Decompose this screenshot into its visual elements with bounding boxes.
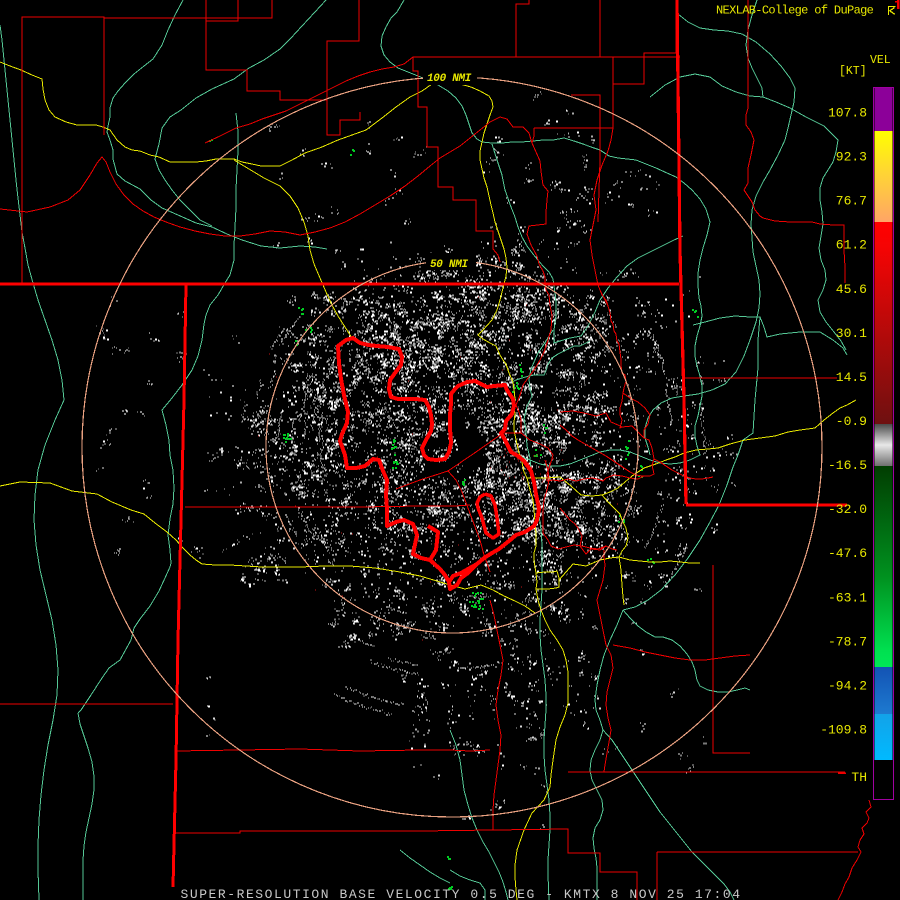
svg-text:50 NMI: 50 NMI [430, 259, 469, 271]
svg-text:14.5: 14.5 [836, 370, 867, 385]
svg-text:-16.5: -16.5 [828, 458, 867, 473]
svg-text:-0.9: -0.9 [836, 414, 867, 429]
svg-text:-109.8: -109.8 [820, 723, 867, 738]
svg-text:100 NMI: 100 NMI [427, 73, 472, 85]
svg-text:92.3: 92.3 [836, 150, 867, 165]
svg-text:-78.7: -78.7 [828, 634, 867, 649]
svg-text:107.8: 107.8 [828, 106, 867, 121]
svg-text:NEXLAB-College of DuPage: NEXLAB-College of DuPage [716, 4, 874, 18]
svg-text:-63.1: -63.1 [828, 590, 867, 605]
svg-text:-47.6: -47.6 [828, 546, 867, 561]
svg-text:-32.0: -32.0 [828, 502, 867, 517]
svg-text:-94.2: -94.2 [828, 678, 867, 693]
svg-text:30.1: 30.1 [836, 326, 867, 341]
svg-text:76.7: 76.7 [836, 194, 867, 209]
svg-text:VEL: VEL [870, 54, 891, 67]
svg-text:TH: TH [851, 770, 867, 785]
svg-text:[KT]: [KT] [839, 65, 867, 78]
svg-text:61.2: 61.2 [836, 238, 867, 253]
svg-text:SUPER-RESOLUTION BASE VELOCITY: SUPER-RESOLUTION BASE VELOCITY 0.5 DEG -… [181, 887, 742, 900]
svg-text:45.6: 45.6 [836, 282, 867, 297]
